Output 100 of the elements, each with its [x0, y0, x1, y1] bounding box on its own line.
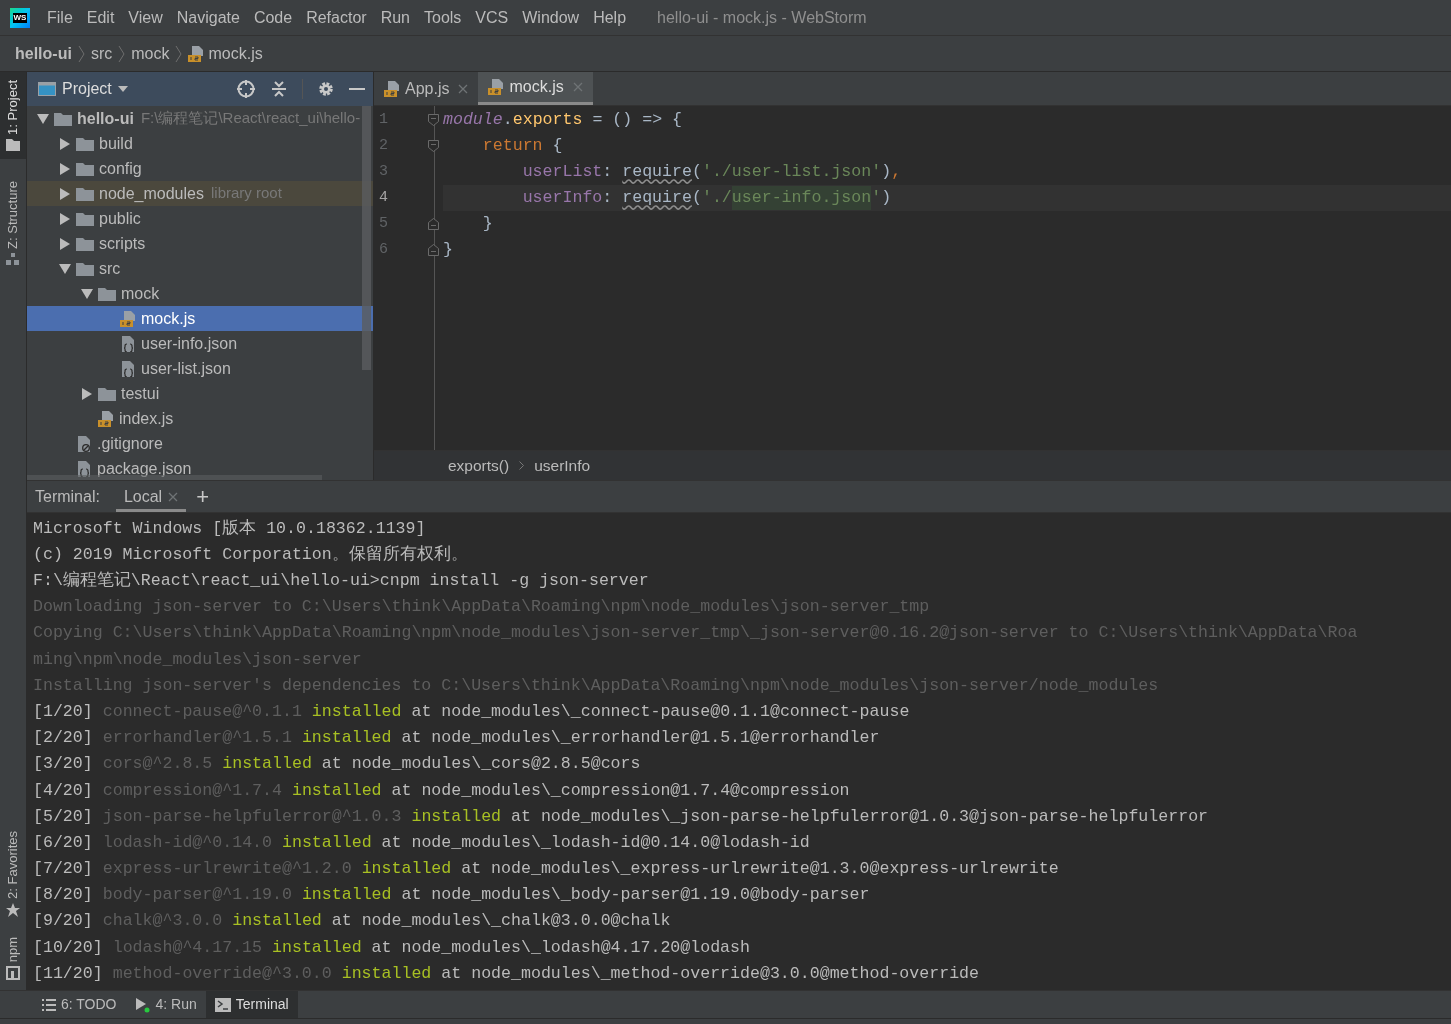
menu-item[interactable]: Window: [515, 5, 587, 30]
breadcrumb-item[interactable]: exports(): [448, 453, 510, 478]
menu-item[interactable]: Edit: [79, 5, 122, 30]
breadcrumb-item[interactable]: mock: [131, 41, 170, 66]
tree-item[interactable]: src: [27, 256, 373, 281]
breadcrumb-item[interactable]: src: [90, 41, 113, 66]
tree-label: node_modules: [99, 183, 204, 204]
tree-item[interactable]: index.js: [27, 406, 373, 431]
tool-window-tab[interactable]: Terminal: [205, 991, 298, 1018]
locate-button[interactable]: [236, 79, 256, 99]
ignored-file-icon: [76, 435, 92, 452]
tree-item[interactable]: public: [27, 206, 373, 231]
list-icon: [42, 998, 56, 1011]
tree-item[interactable]: .gitignore: [27, 431, 373, 456]
dropdown-caret-icon: [117, 86, 128, 92]
editor-tab[interactable]: mock.js: [478, 72, 593, 105]
tree-item[interactable]: package.json: [27, 456, 373, 480]
tool-window-button[interactable]: npm: [0, 928, 26, 988]
editor-tab[interactable]: App.js: [374, 72, 479, 105]
tree-item[interactable]: mock: [27, 281, 373, 306]
chevron-icon: [175, 44, 183, 63]
json-file-icon: [120, 335, 136, 352]
scrollbar-thumb[interactable]: [27, 475, 322, 480]
tool-window-tab[interactable]: 4: Run: [125, 991, 206, 1018]
folder-icon: [54, 111, 72, 126]
menu-item[interactable]: File: [40, 5, 80, 30]
tool-window-tab[interactable]: 6: TODO: [33, 991, 126, 1018]
minimize-icon: [349, 88, 365, 90]
line-number: 2: [378, 135, 389, 156]
scrollbar-thumb[interactable]: [362, 106, 371, 370]
tree-item[interactable]: mock.js: [27, 306, 373, 331]
collapse-arrow-icon: [60, 137, 70, 150]
tree-item[interactable]: scripts: [27, 231, 373, 256]
folder-icon: [76, 161, 94, 176]
tree-label: public: [99, 208, 141, 229]
collapse-arrow-icon: [60, 187, 70, 200]
collapse-arrow-icon: [82, 387, 92, 400]
folder-icon: [76, 136, 94, 151]
collapse-all-button[interactable]: [269, 79, 289, 99]
js-file-icon: [384, 80, 400, 97]
folder-icon: [76, 211, 94, 226]
js-file-icon: [188, 45, 205, 62]
tree-item[interactable]: node_modules library root: [27, 181, 373, 206]
code-line: }: [481, 212, 494, 235]
view-selector[interactable]: Project: [38, 77, 128, 101]
tree-label: hello-ui: [77, 108, 134, 129]
json-file-icon: [120, 360, 136, 377]
menu-item[interactable]: Help: [586, 5, 634, 30]
collapse-arrow-icon: [60, 212, 70, 225]
terminal-line: F:\编程笔记\React\react_ui\hello-ui>cnpm install -g json-server: [33, 570, 650, 592]
tree-label: build: [99, 133, 133, 154]
menu-item[interactable]: Refactor: [299, 5, 374, 30]
line-number: 4: [378, 187, 389, 208]
tool-window-button[interactable]: Z: Structure: [0, 172, 26, 273]
menu-item[interactable]: Run: [373, 5, 417, 30]
collapse-arrow-icon: [60, 237, 70, 250]
breadcrumb-item[interactable]: userInfo: [534, 453, 591, 478]
json-file-icon: [76, 460, 92, 477]
settings-button[interactable]: [316, 79, 336, 99]
menu-item[interactable]: VCS: [468, 5, 516, 30]
chevron-icon: [118, 44, 126, 63]
tree-label: index.js: [119, 408, 174, 429]
breadcrumb-item[interactable]: mock.js: [188, 41, 263, 66]
menu-item[interactable]: Code: [246, 5, 300, 30]
breadcrumb-item[interactable]: hello-ui: [15, 41, 72, 66]
tree-item[interactable]: build: [27, 131, 373, 156]
tree-item[interactable]: config: [27, 156, 373, 181]
terminal-line: Microsoft Windows [版本 10.0.18362.1139]: [33, 517, 427, 540]
settings-icon: [316, 79, 336, 99]
close-icon: [458, 83, 469, 94]
menu-item[interactable]: View: [121, 5, 170, 30]
code-line: return {: [481, 134, 564, 157]
menu-item[interactable]: Tools: [417, 5, 469, 30]
collapse-all-icon: [269, 79, 289, 99]
folder-icon: [76, 186, 94, 201]
js-file-icon: [98, 410, 114, 427]
window-icon: [38, 82, 56, 96]
star-icon: [6, 902, 20, 917]
tree-label: .gitignore: [97, 433, 163, 454]
menu-item[interactable]: Navigate: [169, 5, 247, 30]
tree-item[interactable]: user-list.json: [27, 356, 373, 381]
tool-window-button[interactable]: 2: Favorites: [0, 822, 26, 925]
tree-item[interactable]: testui: [27, 381, 373, 406]
tree-item[interactable]: user-info.json: [27, 331, 373, 356]
tree-note: F:\编程笔记\React\react_ui\hello-: [140, 108, 361, 129]
tree-item[interactable]: hello-ui F:\编程笔记\React\react_ui\hello-: [27, 106, 373, 131]
tree-label: scripts: [99, 233, 146, 254]
expand-arrow-icon: [81, 288, 93, 299]
tree-label: mock: [121, 283, 160, 304]
tree-note: library root: [210, 183, 282, 204]
tree-label: testui: [121, 383, 160, 404]
new-tab-button[interactable]: +: [196, 485, 209, 508]
tool-window-button[interactable]: 1: Project: [0, 72, 26, 159]
tree-label: src: [99, 258, 121, 279]
tree-label: user-info.json: [141, 333, 238, 354]
line-number: 3: [378, 161, 389, 182]
folder-icon: [76, 261, 94, 276]
js-file-icon: [488, 79, 505, 95]
tree-label: package.json: [97, 458, 192, 479]
expand-arrow-icon: [59, 263, 71, 274]
